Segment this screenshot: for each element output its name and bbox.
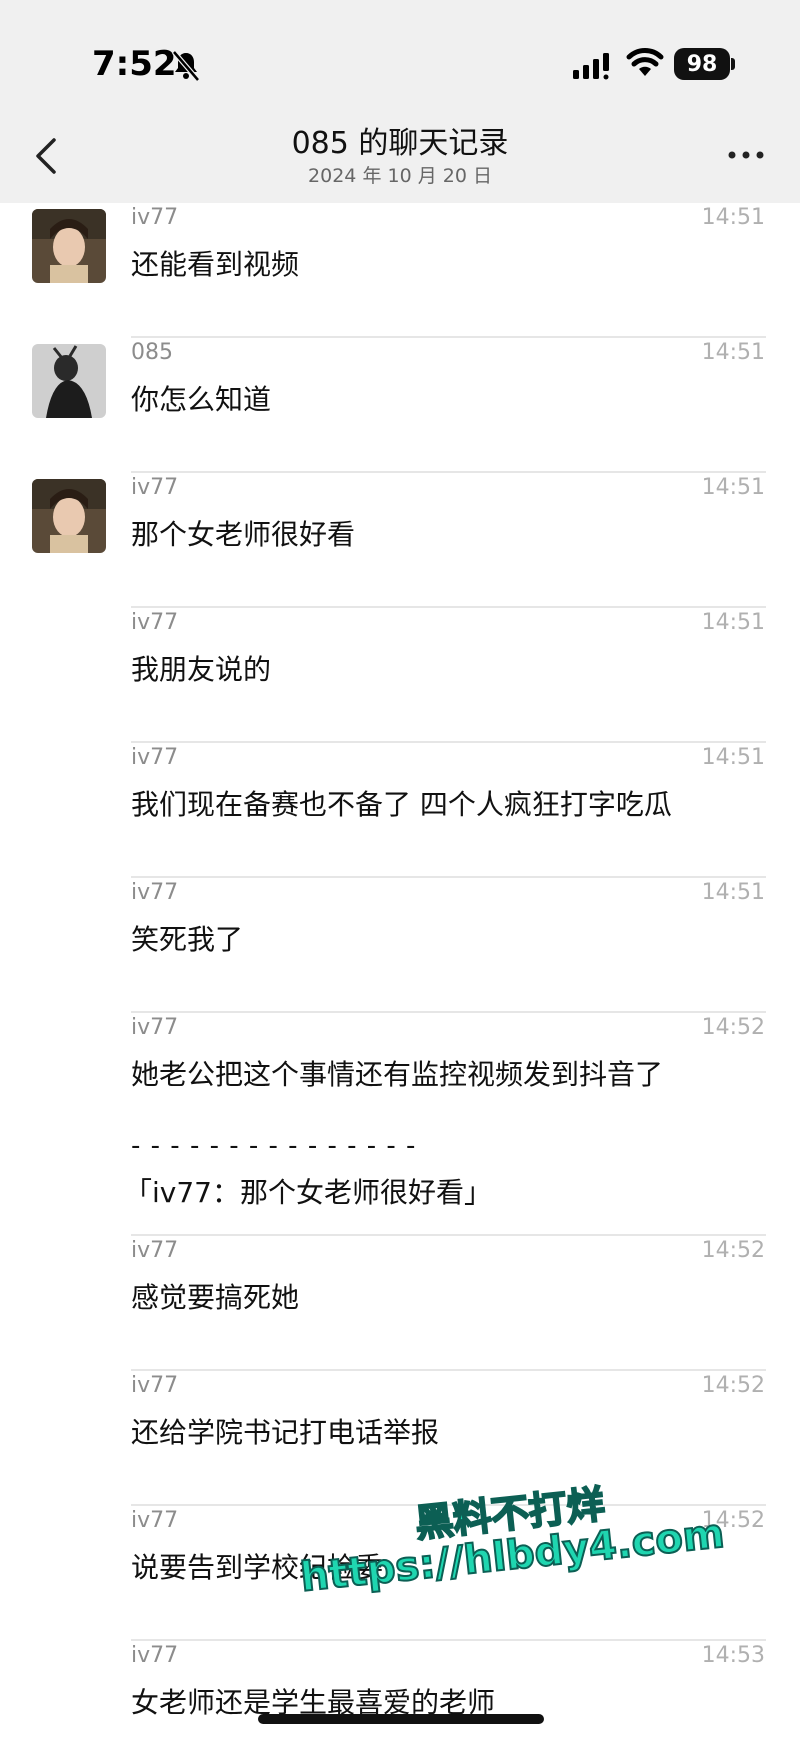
- message-time: 14:52: [701, 1508, 765, 1533]
- message-time: 14:51: [701, 745, 765, 770]
- sender-name: 085: [131, 340, 173, 365]
- message-text: 还能看到视频: [131, 248, 300, 281]
- avatar[interactable]: [32, 209, 106, 283]
- message-text: 你怎么知道: [131, 383, 272, 416]
- message-time: 14:52: [701, 1238, 765, 1263]
- chat-history-title: 085 的聊天记录 2024 年 10 月 20 日: [150, 124, 650, 188]
- message-item: iv77 14:51 我们现在备赛也不备了 四个人疯狂打字吃瓜: [0, 743, 800, 878]
- battery-indicator: 98: [674, 48, 730, 80]
- sender-name: iv77: [131, 610, 179, 635]
- wifi-icon: [626, 48, 664, 76]
- message-item: iv77 14:51 那个女老师很好看: [0, 473, 800, 608]
- sender-name: iv77: [131, 1643, 179, 1668]
- chevron-left-icon[interactable]: [28, 134, 68, 178]
- message-time: 14:53: [701, 1643, 765, 1668]
- message-item: 085 14:51 你怎么知道: [0, 338, 800, 473]
- message-item-with-quote: iv77 14:52 她老公把这个事情还有监控视频发到抖音了 - - - - -…: [0, 1013, 800, 1236]
- message-time: 14:51: [701, 610, 765, 635]
- avatar[interactable]: [32, 344, 106, 418]
- battery-level: 98: [686, 51, 718, 77]
- bell-slash-icon: [172, 50, 200, 82]
- sender-name: iv77: [131, 475, 179, 500]
- message-text: 说要告到学校纪检委: [131, 1551, 384, 1584]
- message-time: 14:51: [701, 880, 765, 905]
- message-text: 笑死我了: [131, 923, 244, 956]
- sender-name: iv77: [131, 205, 179, 230]
- message-time: 14:51: [701, 340, 765, 365]
- sender-name: iv77: [131, 1238, 179, 1263]
- quoted-message: 「iv77：那个女老师很好看」: [124, 1176, 492, 1209]
- page-title: 085 的聊天记录: [291, 126, 509, 161]
- ellipsis-icon[interactable]: [724, 140, 768, 170]
- sender-name: iv77: [131, 880, 179, 905]
- message-text: 我朋友说的: [131, 653, 272, 686]
- message-list[interactable]: iv77 14:51 还能看到视频 085 14:51 你怎么知道 iv77 1…: [0, 203, 800, 1741]
- sender-name: iv77: [131, 1373, 179, 1398]
- message-time: 14:51: [701, 205, 765, 230]
- message-item: iv77 14:53 女老师还是学生最喜爱的老师: [0, 1641, 800, 1741]
- message-item: iv77 14:52 说要告到学校纪检委: [0, 1506, 800, 1641]
- sender-name: iv77: [131, 745, 179, 770]
- message-item: iv77 14:51 还能看到视频: [0, 203, 800, 338]
- sender-name: iv77: [131, 1015, 179, 1040]
- message-text: 那个女老师很好看: [131, 518, 356, 551]
- message-text: 感觉要搞死她: [131, 1281, 300, 1314]
- battery-tip: [731, 58, 735, 70]
- avatar[interactable]: [32, 479, 106, 553]
- message-item: iv77 14:52 感觉要搞死她: [0, 1236, 800, 1371]
- message-text: 我们现在备赛也不备了 四个人疯狂打字吃瓜: [131, 788, 672, 821]
- message-item: iv77 14:51 笑死我了: [0, 878, 800, 1013]
- message-time: 14:52: [701, 1373, 765, 1398]
- home-indicator[interactable]: [258, 1714, 544, 1724]
- cellular-signal-icon: [573, 53, 609, 80]
- message-time: 14:52: [701, 1015, 765, 1040]
- page-subtitle-date: 2024 年 10 月 20 日: [308, 165, 492, 187]
- message-text: 还给学院书记打电话举报: [131, 1416, 440, 1449]
- message-text: 她老公把这个事情还有监控视频发到抖音了: [131, 1058, 664, 1091]
- status-time: 7:52: [92, 44, 177, 84]
- message-time: 14:51: [701, 475, 765, 500]
- sender-name: iv77: [131, 1508, 179, 1533]
- message-item: iv77 14:51 我朋友说的: [0, 608, 800, 743]
- quote-separator: - - - - - - - - - - - - - - -: [131, 1131, 417, 1161]
- message-item: iv77 14:52 还给学院书记打电话举报: [0, 1371, 800, 1506]
